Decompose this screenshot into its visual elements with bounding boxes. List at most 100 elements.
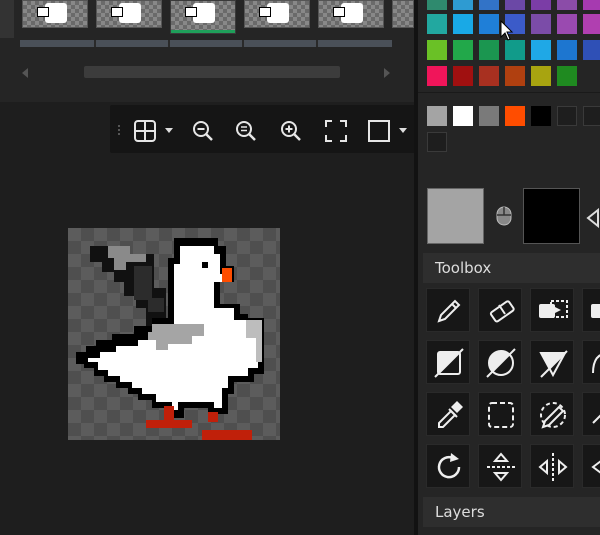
palette-swatch[interactable] (479, 40, 499, 60)
basic-swatch-empty[interactable] (557, 106, 577, 126)
tool-partial[interactable] (582, 444, 600, 488)
palette-swatch[interactable] (583, 40, 600, 60)
zoom-out-icon (193, 121, 213, 141)
palette-swatch[interactable] (453, 66, 473, 86)
layers-header[interactable]: Layers (423, 497, 600, 527)
palette-swatch[interactable] (453, 40, 473, 60)
palette-swatch[interactable] (505, 0, 525, 10)
timeline-frame[interactable] (96, 0, 162, 28)
rotate-icon (437, 453, 461, 479)
magic-wand-tool[interactable] (530, 392, 574, 436)
pencil-icon (437, 299, 461, 323)
rectangle-fill-icon (434, 348, 464, 378)
magic-wand-icon (540, 402, 566, 429)
palette-separator (418, 92, 600, 93)
basic-swatch[interactable] (505, 106, 525, 126)
ellipse-fill-tool[interactable] (478, 340, 522, 384)
palette-swatch[interactable] (531, 66, 551, 86)
palette-swatch[interactable] (505, 66, 525, 86)
drawing-canvas[interactable] (68, 228, 280, 440)
palette-swatch[interactable] (427, 0, 447, 10)
scroll-right-icon[interactable] (384, 68, 390, 78)
basic-swatch-empty[interactable] (583, 106, 600, 126)
tool-partial[interactable] (582, 392, 600, 436)
palette-swatch[interactable] (557, 66, 577, 86)
ellipse-fill-icon (486, 348, 516, 378)
tool-partial[interactable] (582, 288, 600, 332)
mouse-cursor-icon (500, 20, 514, 41)
zoom-out-button[interactable] (187, 115, 217, 145)
palette-swatch[interactable] (531, 0, 551, 10)
secondary-color-swatch[interactable] (523, 188, 580, 244)
primary-color-swatch[interactable] (427, 188, 484, 244)
rectangle-fill-tool[interactable] (426, 340, 470, 384)
palette-swatch[interactable] (583, 0, 600, 10)
basic-swatch-empty[interactable] (427, 132, 447, 152)
rectangle-select-tool[interactable] (478, 392, 522, 436)
goose-sprite (76, 238, 264, 440)
zoom-in-icon (281, 121, 301, 141)
eraser-tool[interactable] (478, 288, 522, 332)
timeline-frame[interactable] (318, 0, 384, 28)
rotate-tool[interactable] (426, 444, 470, 488)
palette-swatch[interactable] (427, 66, 447, 86)
horizontal-flip-tool[interactable] (530, 444, 574, 488)
toolbar-grip-icon[interactable] (118, 125, 123, 135)
palette-swatch[interactable] (453, 14, 473, 34)
palette-swatch[interactable] (531, 14, 551, 34)
color-picker-tool[interactable] (426, 392, 470, 436)
palette-swatch[interactable] (505, 40, 525, 60)
palette-swatch[interactable] (557, 40, 577, 60)
mouse-icon (496, 206, 512, 226)
palette-swatch[interactable] (453, 0, 473, 10)
color-palette (418, 0, 600, 92)
timeline-panel (0, 0, 418, 102)
toolbox-header[interactable]: Toolbox (423, 253, 600, 283)
timeline-frame[interactable] (244, 0, 310, 28)
palette-swatch[interactable] (479, 66, 499, 86)
palette-swatch[interactable] (479, 14, 499, 34)
canvas-toolbar (110, 105, 415, 153)
rectangle-icon (591, 304, 600, 318)
palette-swatch[interactable] (427, 40, 447, 60)
triangle-fill-tool[interactable] (530, 340, 574, 384)
swap-arrow-icon[interactable] (586, 208, 600, 228)
grid-icon (134, 120, 156, 142)
chevron-down-icon[interactable] (399, 128, 407, 133)
basic-swatch[interactable] (531, 106, 551, 126)
timeline-frame-selected[interactable] (170, 0, 236, 34)
chevron-down-icon[interactable] (165, 128, 173, 133)
move-selection-icon (539, 300, 568, 318)
palette-swatch[interactable] (557, 0, 577, 10)
timeline-scrollbar[interactable] (84, 66, 340, 78)
arc-tool[interactable] (582, 340, 600, 384)
palette-swatch[interactable] (583, 14, 600, 34)
vertical-flip-icon (487, 452, 515, 482)
scroll-left-icon[interactable] (22, 68, 28, 78)
vertical-flip-tool[interactable] (478, 444, 522, 488)
palette-swatch[interactable] (479, 0, 499, 10)
palette-swatch[interactable] (531, 40, 551, 60)
zoom-in-button[interactable] (275, 115, 305, 145)
palette-swatch[interactable] (557, 14, 577, 34)
timeline-edge (0, 0, 14, 38)
background-button[interactable] (363, 115, 393, 145)
line-icon (592, 414, 600, 424)
zoom-reset-button[interactable] (230, 115, 260, 145)
move-selection-tool[interactable] (530, 288, 574, 332)
background-square-icon (368, 120, 390, 142)
palette-swatch[interactable] (427, 14, 447, 34)
toolbox-grid (418, 284, 600, 496)
horizontal-flip-icon (538, 453, 568, 481)
fit-screen-icon (325, 120, 347, 142)
fit-screen-button[interactable] (320, 115, 350, 145)
zoom-reset-icon (236, 121, 256, 141)
basic-swatch[interactable] (427, 106, 447, 126)
basic-swatch[interactable] (453, 106, 473, 126)
timeline-track-bar (20, 40, 392, 47)
basic-swatch[interactable] (479, 106, 499, 126)
timeline-frame[interactable] (22, 0, 88, 28)
timeline-frame[interactable] (392, 0, 414, 28)
pencil-tool[interactable] (426, 288, 470, 332)
grid-button[interactable] (129, 115, 159, 145)
